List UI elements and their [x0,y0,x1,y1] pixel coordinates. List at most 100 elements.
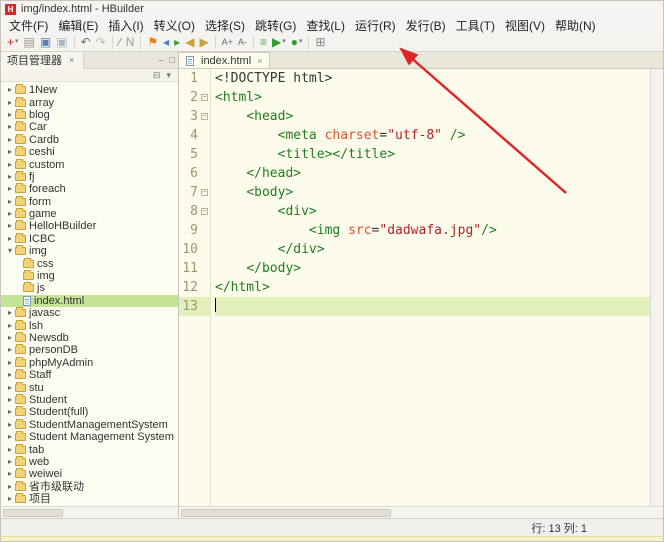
wrap-text-icon[interactable]: N [124,34,137,50]
code-line-5[interactable]: <title></title> [215,145,650,164]
code-line-8[interactable]: <div> [215,202,650,221]
expand-arrow-icon[interactable]: ▸ [5,307,15,319]
expand-arrow-icon[interactable]: ▸ [5,431,15,443]
tree-folder-web[interactable]: ▸web [1,456,178,468]
tree-folder-array[interactable]: ▸array [1,96,178,108]
editor-hscrollbar[interactable] [179,506,663,518]
expand-arrow-icon[interactable]: ▸ [5,134,15,146]
tree-folder-img[interactable]: ▾img [1,245,178,257]
line-number[interactable]: 12 [179,278,210,297]
line-number[interactable]: 9 [179,221,210,240]
expand-arrow-icon[interactable]: ▸ [5,493,15,505]
code-line-9[interactable]: <img src="dadwafa.jpg"/> [215,221,650,240]
tree-folder-Newsdb[interactable]: ▸Newsdb [1,332,178,344]
expand-arrow-icon[interactable]: ▸ [5,382,15,394]
font-increase-icon[interactable]: A+ [220,34,235,50]
expand-arrow-icon[interactable]: ▸ [5,419,15,431]
expand-arrow-icon[interactable]: ▸ [5,369,15,381]
save-all-icon[interactable]: ▣ [54,34,69,50]
tree-folder-Student Management System[interactable]: ▸Student Management System [1,431,178,443]
code-line-6[interactable]: </head> [215,164,650,183]
menu-编辑(E)[interactable]: 编辑(E) [53,17,103,34]
menu-视图(V)[interactable]: 视图(V) [500,17,550,34]
expand-arrow-icon[interactable]: ▸ [5,332,15,344]
line-number[interactable]: 1 [179,69,210,88]
tree-folder-项目[interactable]: ▸项目 [1,493,178,505]
font-decrease-icon[interactable]: A- [236,34,249,50]
expand-arrow-icon[interactable]: ▾ [5,245,15,257]
save-icon[interactable]: ▣ [38,34,53,50]
new-file-dropdown-icon[interactable]: ▾ [15,34,19,50]
expand-arrow-icon[interactable]: ▸ [5,146,15,158]
layout-grid-icon[interactable]: ⊞ [313,34,327,50]
forward-icon[interactable]: ▶ [197,34,210,50]
expand-arrow-icon[interactable]: ▸ [5,444,15,456]
next-position-icon[interactable]: ▸ [172,34,182,50]
close-tab-icon[interactable]: × [257,56,262,66]
preview-in-browser-icon[interactable]: ●▾ [289,34,305,50]
tree-folder-game[interactable]: ▸game [1,208,178,220]
run-dropdown-icon[interactable]: ▾ [282,34,286,50]
preview-in-browser-dropdown-icon[interactable]: ▾ [299,34,303,50]
line-number[interactable]: 6 [179,164,210,183]
expand-arrow-icon[interactable]: ▸ [5,208,15,220]
line-number[interactable]: 5 [179,145,210,164]
code-content[interactable]: <!DOCTYPE html><html> <head> <meta chars… [211,69,650,506]
tree-folder-form[interactable]: ▸form [1,196,178,208]
tree-folder-css[interactable]: css [1,257,178,269]
tree-folder-Staff[interactable]: ▸Staff [1,369,178,381]
code-line-13[interactable] [215,297,650,316]
tree-folder-js[interactable]: js [1,282,178,294]
expand-arrow-icon[interactable]: ▸ [5,344,15,356]
menu-发行(B)[interactable]: 发行(B) [401,17,451,34]
format-code-icon[interactable]: ≡ [258,34,269,50]
sidebar-hscrollbar[interactable] [1,506,178,518]
code-line-3[interactable]: <head> [215,107,650,126]
tree-folder-weiwei[interactable]: ▸weiwei [1,468,178,480]
tree-folder-Student[interactable]: ▸Student [1,394,178,406]
scrollbar-thumb[interactable] [3,509,63,517]
tree-folder-foreach[interactable]: ▸foreach [1,183,178,195]
expand-arrow-icon[interactable]: ▸ [5,159,15,171]
view-menu-icon[interactable]: ▾ [163,70,174,81]
line-number[interactable]: 8− [179,202,210,221]
run-icon[interactable]: ▶▾ [270,34,288,50]
fold-toggle-icon[interactable]: − [201,189,208,196]
tree-file-index.html[interactable]: index.html [1,295,178,307]
menu-插入(I)[interactable]: 插入(I) [103,17,148,34]
code-line-4[interactable]: <meta charset="utf-8" /> [215,126,650,145]
line-number[interactable]: 13 [179,297,210,316]
tree-folder-lsh[interactable]: ▸lsh [1,319,178,331]
tree-folder-fj[interactable]: ▸fj [1,171,178,183]
expand-arrow-icon[interactable]: ▸ [5,406,15,418]
tree-folder-blog[interactable]: ▸blog [1,109,178,121]
expand-arrow-icon[interactable]: ▸ [5,171,15,183]
scrollbar-thumb[interactable] [181,509,391,517]
expand-arrow-icon[interactable]: ▸ [5,357,15,369]
expand-arrow-icon[interactable]: ▸ [5,183,15,195]
tree-folder-custom[interactable]: ▸custom [1,158,178,170]
expand-arrow-icon[interactable]: ▸ [5,468,15,480]
fold-toggle-icon[interactable]: − [201,94,208,101]
tree-folder-Car[interactable]: ▸Car [1,121,178,133]
comment-icon[interactable]: ∕ [117,34,123,50]
menu-查找(L)[interactable]: 查找(L) [301,17,350,34]
tree-folder-省市级联动[interactable]: ▸省市级联动 [1,481,178,493]
new-file-icon[interactable]: +▾ [5,34,21,50]
code-line-2[interactable]: <html> [215,88,650,107]
menu-选择(S)[interactable]: 选择(S) [200,17,250,34]
tree-folder-personDB[interactable]: ▸personDB [1,344,178,356]
tree-folder-javasc[interactable]: ▸javasc [1,307,178,319]
editor-vscrollbar[interactable] [650,69,663,506]
tree-folder-1New[interactable]: ▸1New [1,84,178,96]
expand-arrow-icon[interactable]: ▸ [5,109,15,121]
expand-arrow-icon[interactable]: ▸ [5,456,15,468]
prev-position-icon[interactable]: ◂ [161,34,171,50]
redo-icon[interactable]: ↷ [94,34,108,50]
menu-文件(F)[interactable]: 文件(F) [4,17,53,34]
fold-toggle-icon[interactable]: − [201,208,208,215]
undo-icon[interactable]: ↶ [79,34,93,50]
close-panel-icon[interactable]: × [66,55,77,65]
tab-index-html[interactable]: index.html × [179,52,270,68]
line-number[interactable]: 7− [179,183,210,202]
